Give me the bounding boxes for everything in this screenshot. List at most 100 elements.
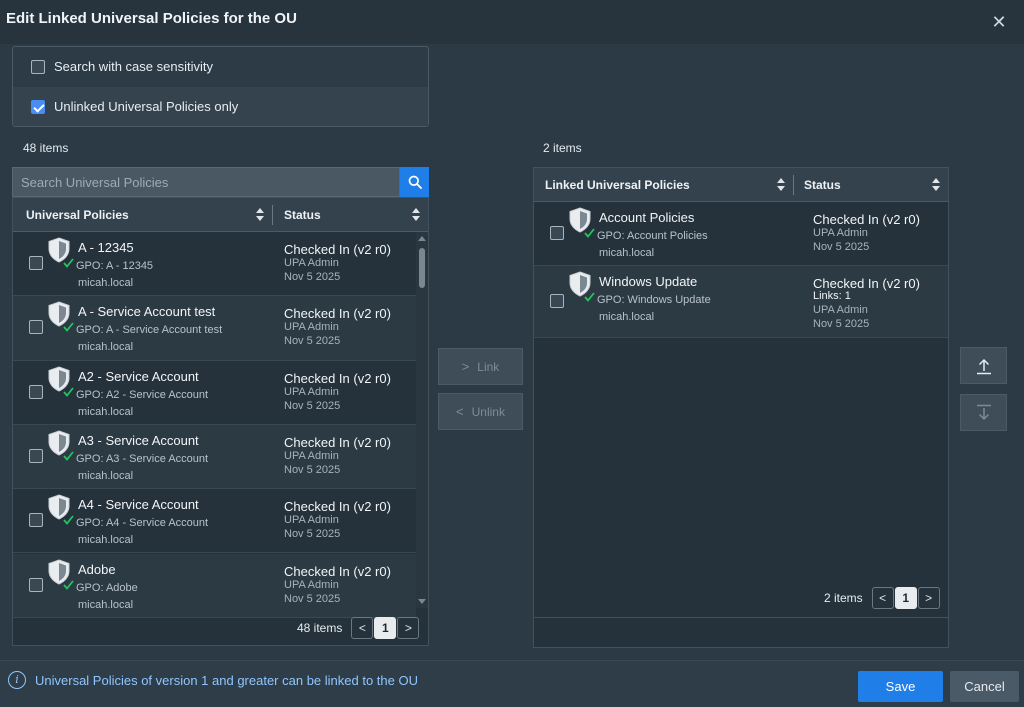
column-status[interactable]: Status: [284, 198, 321, 232]
policy-gpo: GPO: A4 - Service Account: [76, 517, 209, 530]
row-checkbox[interactable]: [29, 384, 43, 399]
policy-user: UPA Admin: [284, 578, 339, 591]
cancel-button[interactable]: Cancel: [950, 671, 1019, 702]
right-pager: 2 items < 1 >: [824, 587, 940, 609]
policy-name: Windows Update: [599, 274, 698, 289]
policy-user: UPA Admin: [284, 257, 339, 269]
table-row[interactable]: Account Policies GPO: Account Policies mic…: [534, 202, 948, 266]
info-icon: i: [8, 671, 26, 689]
unlinked-only-option[interactable]: Unlinked Universal Policies only: [13, 87, 428, 126]
table-row[interactable]: Windows Update GPO: Windows Update micah.l…: [534, 266, 948, 338]
save-button[interactable]: Save: [858, 671, 943, 702]
pager-count: 2 items: [824, 591, 863, 605]
sort-icon[interactable]: [777, 178, 785, 192]
policy-domain: micah.local: [78, 469, 134, 482]
policy-gpo: GPO: A2 - Service Account: [76, 388, 209, 401]
sort-icon[interactable]: [256, 208, 264, 222]
table-row[interactable]: Adobe GPO: Adobe micah.local Checked In (v2…: [13, 553, 416, 618]
arrow-down-icon: [976, 404, 991, 420]
row-checkbox[interactable]: [29, 320, 43, 335]
pager-prev-button[interactable]: <: [871, 587, 894, 609]
unlinked-only-checkbox[interactable]: [31, 99, 45, 114]
case-sensitivity-option[interactable]: Search with case sensitivity: [13, 47, 428, 86]
sort-icon[interactable]: [412, 208, 420, 222]
checkmark-icon: [63, 448, 74, 461]
row-checkbox[interactable]: [29, 513, 43, 528]
checkmark-icon: [63, 255, 74, 268]
pager-page-1[interactable]: 1: [374, 617, 397, 639]
policy-domain: micah.local: [599, 247, 655, 259]
column-linked-policies[interactable]: Linked Universal Policies: [545, 168, 690, 202]
dialog-title: Edit Linked Universal Policies for the O…: [6, 10, 297, 27]
policy-gpo: GPO: Account Policies: [597, 230, 708, 242]
policy-gpo: GPO: Windows Update: [597, 294, 711, 306]
policy-date: Nov 5 2025: [284, 528, 341, 541]
universal-policies-grid: Universal Policies Status A - 12345 GPO: …: [12, 197, 429, 646]
checkmark-icon: [584, 289, 595, 302]
sort-icon[interactable]: [932, 178, 940, 192]
policy-domain: micah.local: [78, 405, 134, 418]
pager-next-button[interactable]: >: [397, 617, 420, 639]
search-icon: [408, 175, 422, 189]
row-checkbox[interactable]: [29, 449, 43, 464]
info-message: Universal Policies of version 1 and grea…: [35, 673, 418, 688]
column-separator[interactable]: [272, 205, 273, 225]
policy-date: Nov 5 2025: [284, 399, 341, 412]
row-checkbox[interactable]: [29, 577, 43, 592]
policy-date: Nov 5 2025: [813, 318, 870, 330]
policy-gpo: GPO: A3 - Service Account: [76, 452, 209, 465]
row-checkbox[interactable]: [29, 256, 43, 271]
policy-status: Checked In (v2 r0): [284, 242, 391, 257]
row-checkbox[interactable]: [550, 294, 564, 308]
scroll-thumb[interactable]: [419, 248, 425, 288]
move-up-button[interactable]: [960, 347, 1007, 384]
policy-date: Nov 5 2025: [284, 592, 341, 605]
link-button[interactable]: > Link: [438, 348, 523, 385]
policy-gpo: GPO: Adobe: [76, 581, 138, 594]
policy-domain: micah.local: [78, 277, 134, 289]
policy-status: Checked In (v2 r0): [284, 434, 391, 450]
table-row[interactable]: A4 - Service Account GPO: A4 - Service Ac…: [13, 489, 416, 554]
dialog-footer: i Universal Policies of version 1 and gr…: [0, 660, 1024, 707]
table-row[interactable]: A3 - Service Account GPO: A3 - Service Ac…: [13, 424, 416, 490]
left-item-count: 48 items: [23, 141, 69, 155]
scroll-up-icon[interactable]: [418, 236, 426, 241]
search-button[interactable]: [400, 167, 429, 197]
policy-domain: micah.local: [78, 534, 134, 547]
policy-links: Links: 1: [813, 290, 851, 302]
table-row[interactable]: A - 12345 GPO: A - 12345 micah.local Checke…: [13, 232, 416, 297]
unlink-label: Unlink: [471, 404, 505, 419]
search-box: [12, 167, 400, 197]
column-status[interactable]: Status: [804, 168, 841, 202]
policy-name: A3 - Service Account: [78, 432, 199, 448]
scrollbar[interactable]: [416, 232, 428, 608]
policy-name: A - 12345: [78, 240, 134, 255]
checkmark-icon: [584, 225, 595, 238]
chevron-right-icon: >: [461, 359, 470, 374]
column-universal-policies[interactable]: Universal Policies: [26, 198, 129, 232]
policy-date: Nov 5 2025: [284, 271, 341, 283]
policy-status: Checked In (v2 r0): [813, 276, 920, 291]
column-separator[interactable]: [793, 175, 794, 195]
linked-policies-grid: Linked Universal Policies Status Account…: [533, 167, 949, 648]
move-down-button[interactable]: [960, 394, 1007, 431]
pager-prev-button[interactable]: <: [351, 617, 374, 639]
search-input[interactable]: [21, 174, 399, 190]
row-checkbox[interactable]: [550, 226, 564, 240]
scroll-down-icon[interactable]: [418, 599, 426, 604]
pager-next-button[interactable]: >: [917, 587, 940, 609]
policy-name: A4 - Service Account: [78, 497, 199, 513]
table-row[interactable]: A2 - Service Account GPO: A2 - Service Ac…: [13, 361, 416, 425]
policy-domain: micah.local: [78, 598, 134, 611]
pager-count: 48 items: [297, 621, 343, 635]
pager-page-1[interactable]: 1: [894, 587, 917, 609]
link-label: Link: [477, 359, 500, 374]
close-icon[interactable]: ✕: [990, 13, 1008, 31]
table-row[interactable]: A - Service Account test GPO: A - Service…: [13, 296, 416, 361]
case-sensitivity-checkbox[interactable]: [31, 59, 45, 74]
policy-status: Checked In (v2 r0): [284, 306, 391, 322]
unlink-button[interactable]: < Unlink: [438, 393, 523, 430]
policy-domain: micah.local: [78, 341, 134, 354]
checkmark-icon: [63, 319, 74, 333]
policy-date: Nov 5 2025: [284, 335, 341, 348]
